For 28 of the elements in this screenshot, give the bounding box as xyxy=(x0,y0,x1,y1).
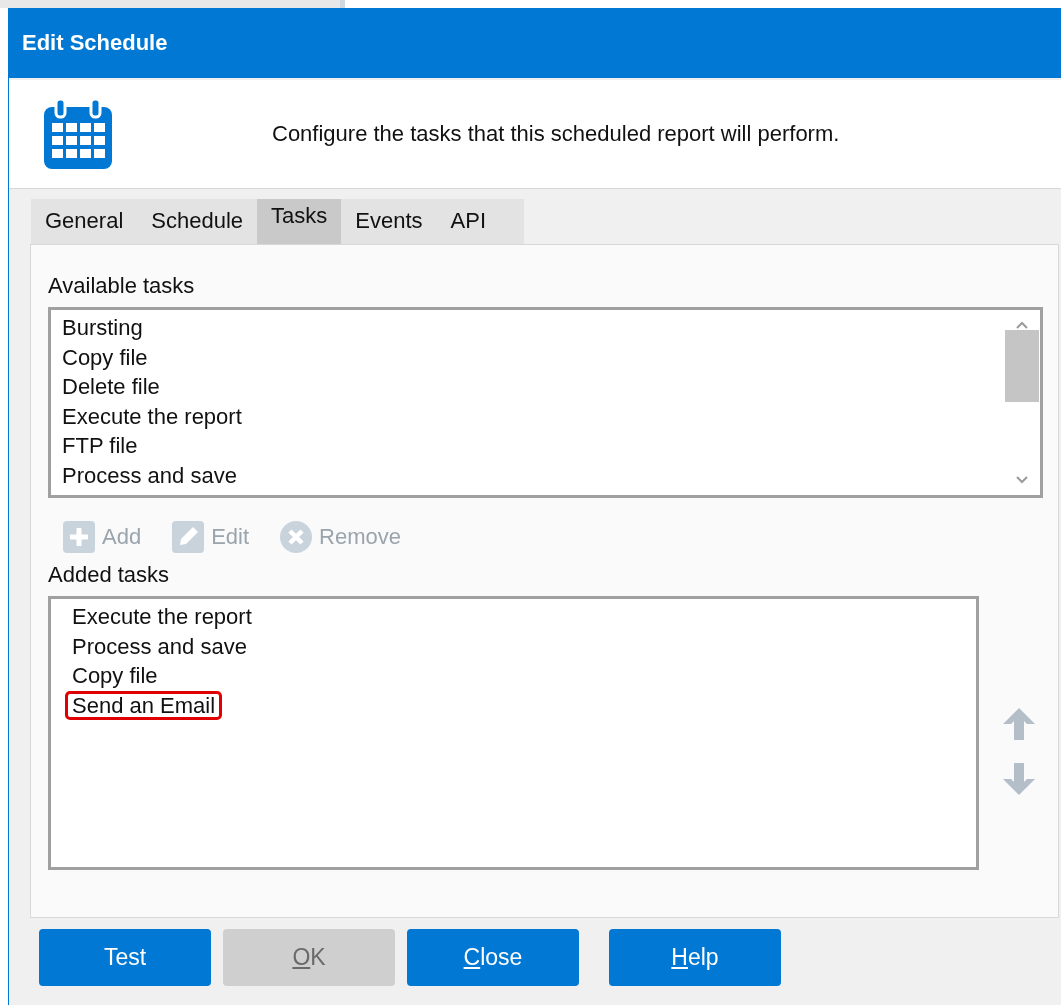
close-icon xyxy=(279,520,314,554)
dialog-button[interactable]: Close xyxy=(407,929,579,986)
list-item[interactable]: Process and save xyxy=(55,460,244,490)
list-label: Added tasks xyxy=(48,562,170,588)
dialog-button[interactable]: Help xyxy=(609,929,781,986)
list-item[interactable]: FTP file xyxy=(55,431,145,461)
dialog-button[interactable]: Test xyxy=(39,929,211,986)
list-item[interactable]: Execute the report xyxy=(65,602,259,632)
tab[interactable]: Events xyxy=(341,199,437,244)
list-box[interactable]: Bursting Copy file Delete file Execute the report FTP file Process and save xyxy=(48,307,1043,498)
list-item[interactable]: Send an Email xyxy=(65,690,223,720)
pencil-icon xyxy=(171,520,206,554)
list-item[interactable]: Process and save xyxy=(65,631,254,661)
list-label: Available tasks xyxy=(48,273,195,299)
tab[interactable]: API xyxy=(436,199,524,244)
list-item[interactable]: Copy file xyxy=(65,661,165,691)
window-title: Edit Schedule xyxy=(8,8,1061,78)
plus-icon xyxy=(62,520,96,554)
description-text: Configure the tasks that this scheduled report will perform. xyxy=(272,121,840,147)
list-box[interactable]: Execute the report Process and save Copy file Send an Email xyxy=(48,596,979,870)
calendar-icon xyxy=(42,97,114,171)
tab[interactable]: Schedule xyxy=(137,199,258,244)
tab[interactable]: Tasks xyxy=(257,199,342,244)
list-item[interactable]: Delete file xyxy=(55,372,167,402)
list-item[interactable]: Copy file xyxy=(55,342,155,372)
list-item[interactable]: Execute the report xyxy=(55,401,249,431)
tab[interactable]: General xyxy=(31,199,138,244)
list-item[interactable]: Bursting xyxy=(55,313,150,343)
